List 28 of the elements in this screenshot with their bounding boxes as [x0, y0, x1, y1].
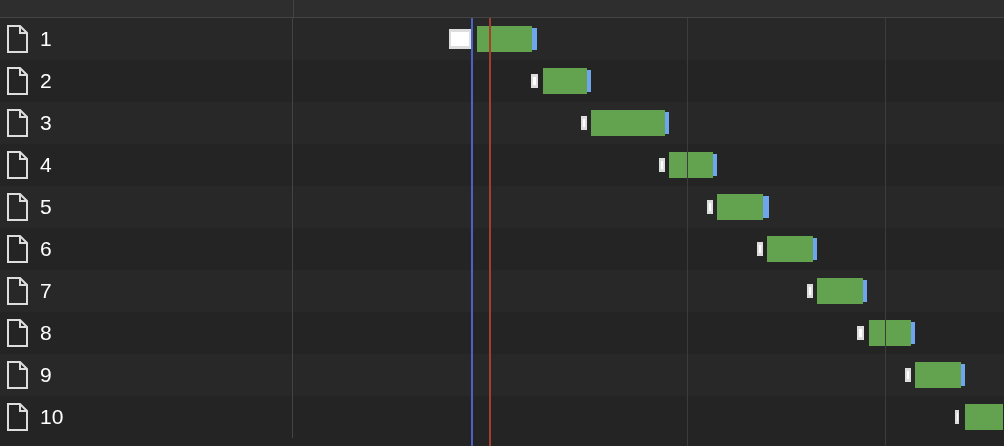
file-icon: [6, 25, 28, 53]
request-name: 1: [40, 27, 52, 51]
request-name: 8: [40, 321, 52, 345]
request-name: 7: [40, 279, 52, 303]
timing-bar: [659, 152, 717, 178]
timing-bar: [905, 362, 965, 388]
timing-bar: [807, 278, 867, 304]
file-icon: [6, 403, 28, 431]
file-icon: [6, 277, 28, 305]
timing-bar: [857, 320, 915, 346]
timing-bar: [955, 404, 1003, 430]
request-name: 10: [40, 405, 64, 429]
request-name: 6: [40, 237, 52, 261]
timing-bar: [757, 236, 817, 262]
request-name: 2: [40, 69, 52, 93]
file-icon: [6, 109, 28, 137]
file-icon: [6, 193, 28, 221]
file-icon: [6, 319, 28, 347]
file-icon: [6, 235, 28, 263]
request-name: 5: [40, 195, 52, 219]
request-name: 4: [40, 153, 52, 177]
request-name: 3: [40, 111, 52, 135]
file-icon: [6, 67, 28, 95]
timing-bar: [707, 194, 769, 220]
request-name: 9: [40, 363, 52, 387]
timing-bar: [531, 68, 591, 94]
file-icon: [6, 151, 28, 179]
file-icon: [6, 361, 28, 389]
